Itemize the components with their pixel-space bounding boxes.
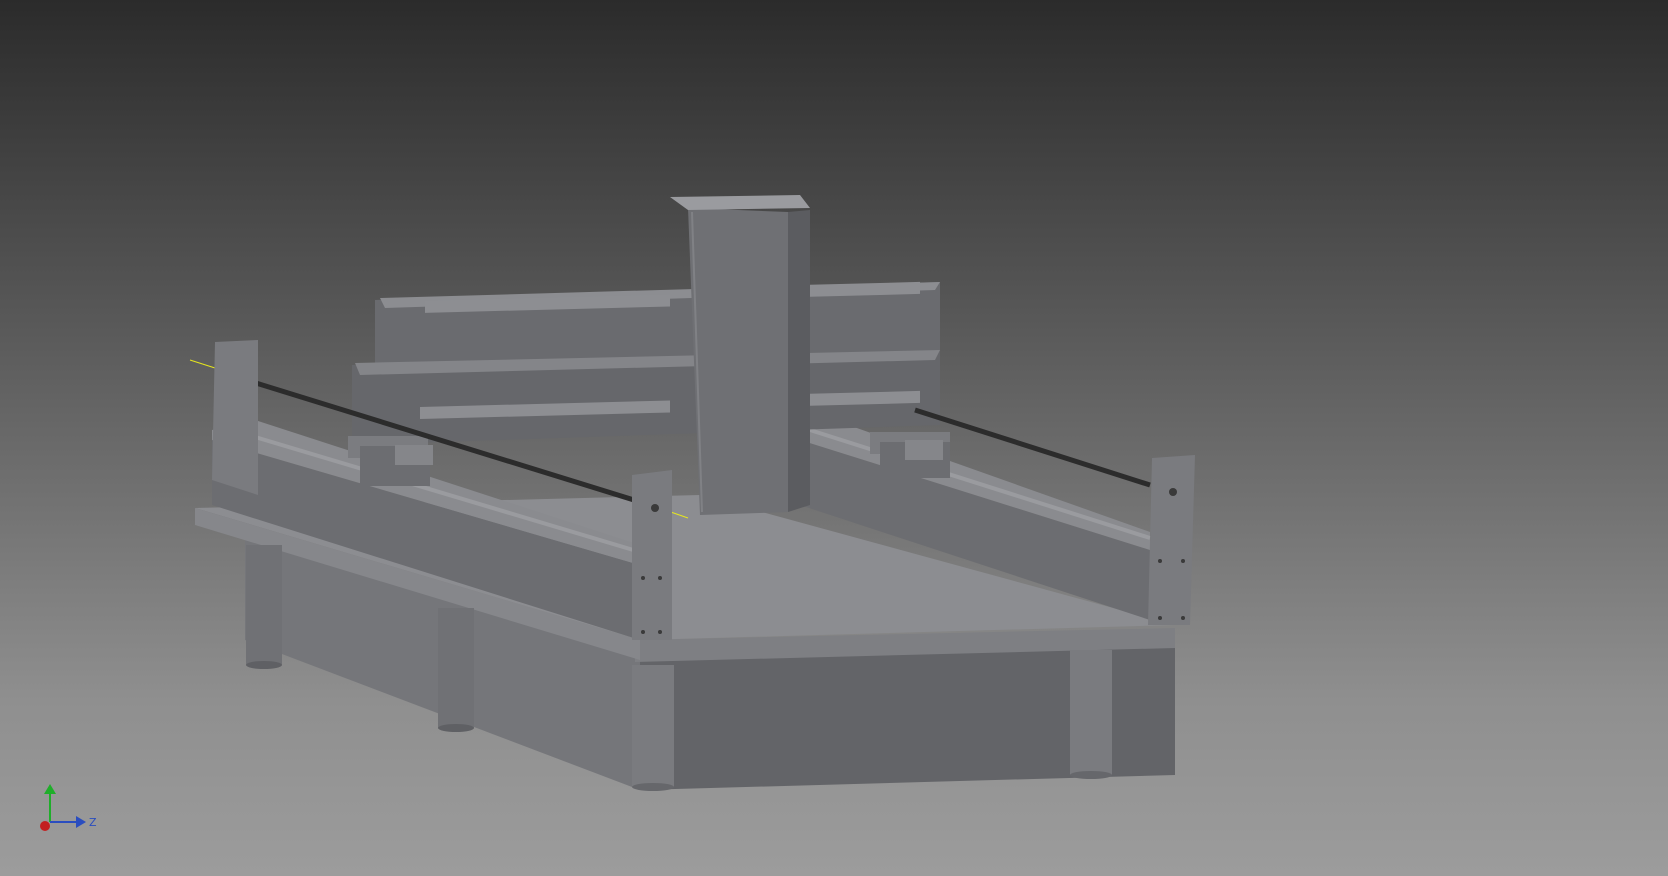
view-orientation-triad: Z: [40, 784, 97, 831]
axis-line-left: [189, 359, 216, 369]
y-axis-arrowhead: [44, 784, 56, 794]
graphics-viewport[interactable]: Z: [0, 0, 1668, 876]
x-axis-origin-marker: [40, 821, 50, 831]
z-axis-label: Z: [89, 816, 97, 829]
cnc-gantry-model[interactable]: [0, 0, 1668, 876]
z-column-side: [788, 210, 810, 512]
z-column-top: [670, 195, 810, 210]
z-axis-arrowhead: [76, 816, 86, 828]
z-column-front: [688, 208, 788, 515]
